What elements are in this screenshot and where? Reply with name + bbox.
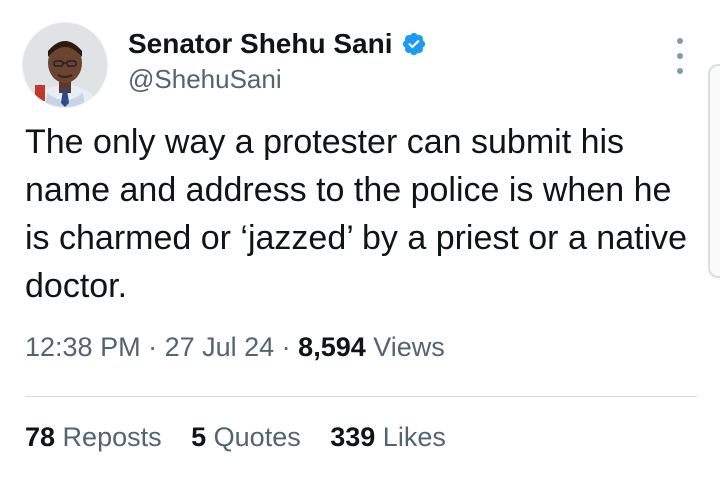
avatar[interactable]: [22, 22, 108, 108]
views-count: 8,594: [298, 332, 366, 362]
quotes-count: 5: [191, 422, 207, 452]
tweet-text: The only way a protester can submit his …: [25, 123, 688, 305]
likes-stat[interactable]: 339 Likes: [330, 422, 446, 452]
author-handle[interactable]: @ShehuSani: [128, 64, 282, 95]
likes-count: 339: [330, 422, 376, 452]
author-name-row[interactable]: Senator Shehu Sani: [128, 28, 427, 60]
quotes-stat[interactable]: 5 Quotes: [191, 422, 301, 452]
more-dot: [677, 53, 683, 59]
tweet-meta: 12:38 PM · 27 Jul 24 · 8,594 Views: [25, 332, 445, 363]
reposts-count: 78: [25, 422, 56, 452]
divider: [25, 396, 697, 397]
meta-separator: ·: [140, 332, 165, 362]
tweet-card: Senator Shehu Sani @ShehuSani The only w…: [0, 0, 720, 482]
more-dot: [677, 68, 683, 74]
author-display-name[interactable]: Senator Shehu Sani: [128, 28, 393, 60]
avatar-image: [23, 23, 107, 107]
tweet-time[interactable]: 12:38 PM: [25, 332, 141, 362]
meta-separator: ·: [274, 332, 299, 362]
verified-badge-icon: [402, 32, 425, 56]
more-options-icon[interactable]: [670, 38, 690, 74]
tweet-date[interactable]: 27 Jul 24: [165, 332, 275, 362]
views-label: Views: [365, 332, 445, 362]
more-dot: [677, 38, 683, 44]
reposts-label: Reposts: [55, 422, 162, 452]
reposts-stat[interactable]: 78 Reposts: [25, 422, 162, 452]
engagement-stats: 78 Reposts 5 Quotes 339 Likes: [25, 422, 468, 453]
side-panel-edge: [708, 64, 720, 278]
likes-label: Likes: [375, 422, 446, 452]
quotes-label: Quotes: [206, 422, 301, 452]
